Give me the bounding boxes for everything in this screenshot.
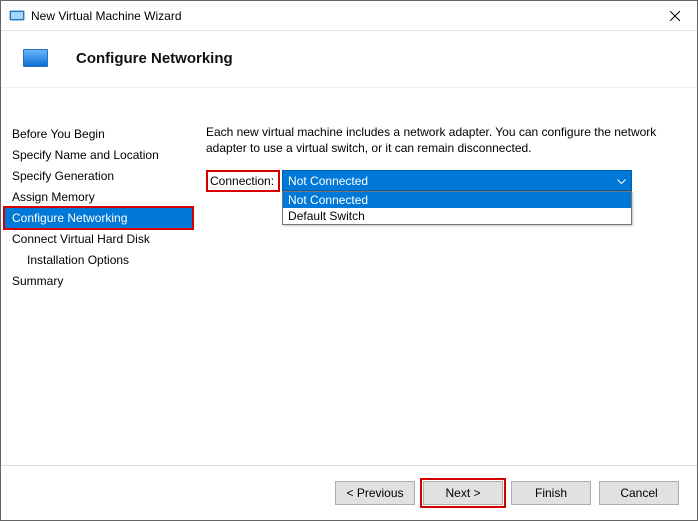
- wizard-steps-sidebar: Before You BeginSpecify Name and Locatio…: [1, 96, 196, 465]
- close-button[interactable]: [652, 1, 697, 30]
- page-title: Configure Networking: [76, 50, 233, 67]
- connection-option[interactable]: Not Connected: [283, 192, 631, 208]
- cancel-button[interactable]: Cancel: [599, 481, 679, 505]
- previous-button[interactable]: < Previous: [335, 481, 415, 505]
- next-button[interactable]: Next >: [423, 481, 503, 505]
- app-icon: [9, 8, 25, 24]
- wizard-step[interactable]: Configure Networking: [5, 208, 192, 228]
- connection-select-value: Not Connected: [288, 174, 368, 188]
- titlebar: New Virtual Machine Wizard: [1, 1, 697, 31]
- footer: < Previous Next > Finish Cancel: [1, 465, 697, 520]
- wizard-step[interactable]: Specify Generation: [5, 166, 192, 186]
- finish-button[interactable]: Finish: [511, 481, 591, 505]
- content-area: Each new virtual machine includes a netw…: [196, 96, 697, 465]
- chevron-down-icon: [617, 174, 626, 188]
- wizard-step[interactable]: Connect Virtual Hard Disk: [5, 229, 192, 249]
- wizard-icon: [23, 49, 48, 67]
- close-icon: [670, 11, 680, 21]
- wizard-step[interactable]: Summary: [5, 271, 192, 291]
- description-text: Each new virtual machine includes a netw…: [206, 124, 676, 156]
- body: Before You BeginSpecify Name and Locatio…: [1, 96, 697, 465]
- wizard-step[interactable]: Assign Memory: [5, 187, 192, 207]
- connection-select[interactable]: Not Connected: [282, 170, 632, 191]
- page-header: Configure Networking: [1, 31, 697, 88]
- wizard-step[interactable]: Installation Options: [5, 250, 192, 270]
- connection-option[interactable]: Default Switch: [283, 208, 631, 224]
- wizard-step[interactable]: Specify Name and Location: [5, 145, 192, 165]
- window-title: New Virtual Machine Wizard: [31, 9, 652, 23]
- wizard-step[interactable]: Before You Begin: [5, 124, 192, 144]
- connection-label: Connection:: [206, 170, 280, 192]
- connection-dropdown: Not ConnectedDefault Switch: [282, 191, 632, 225]
- connection-field: Not Connected Not ConnectedDefault Switc…: [282, 170, 632, 191]
- connection-row: Connection: Not Connected Not ConnectedD…: [206, 170, 677, 192]
